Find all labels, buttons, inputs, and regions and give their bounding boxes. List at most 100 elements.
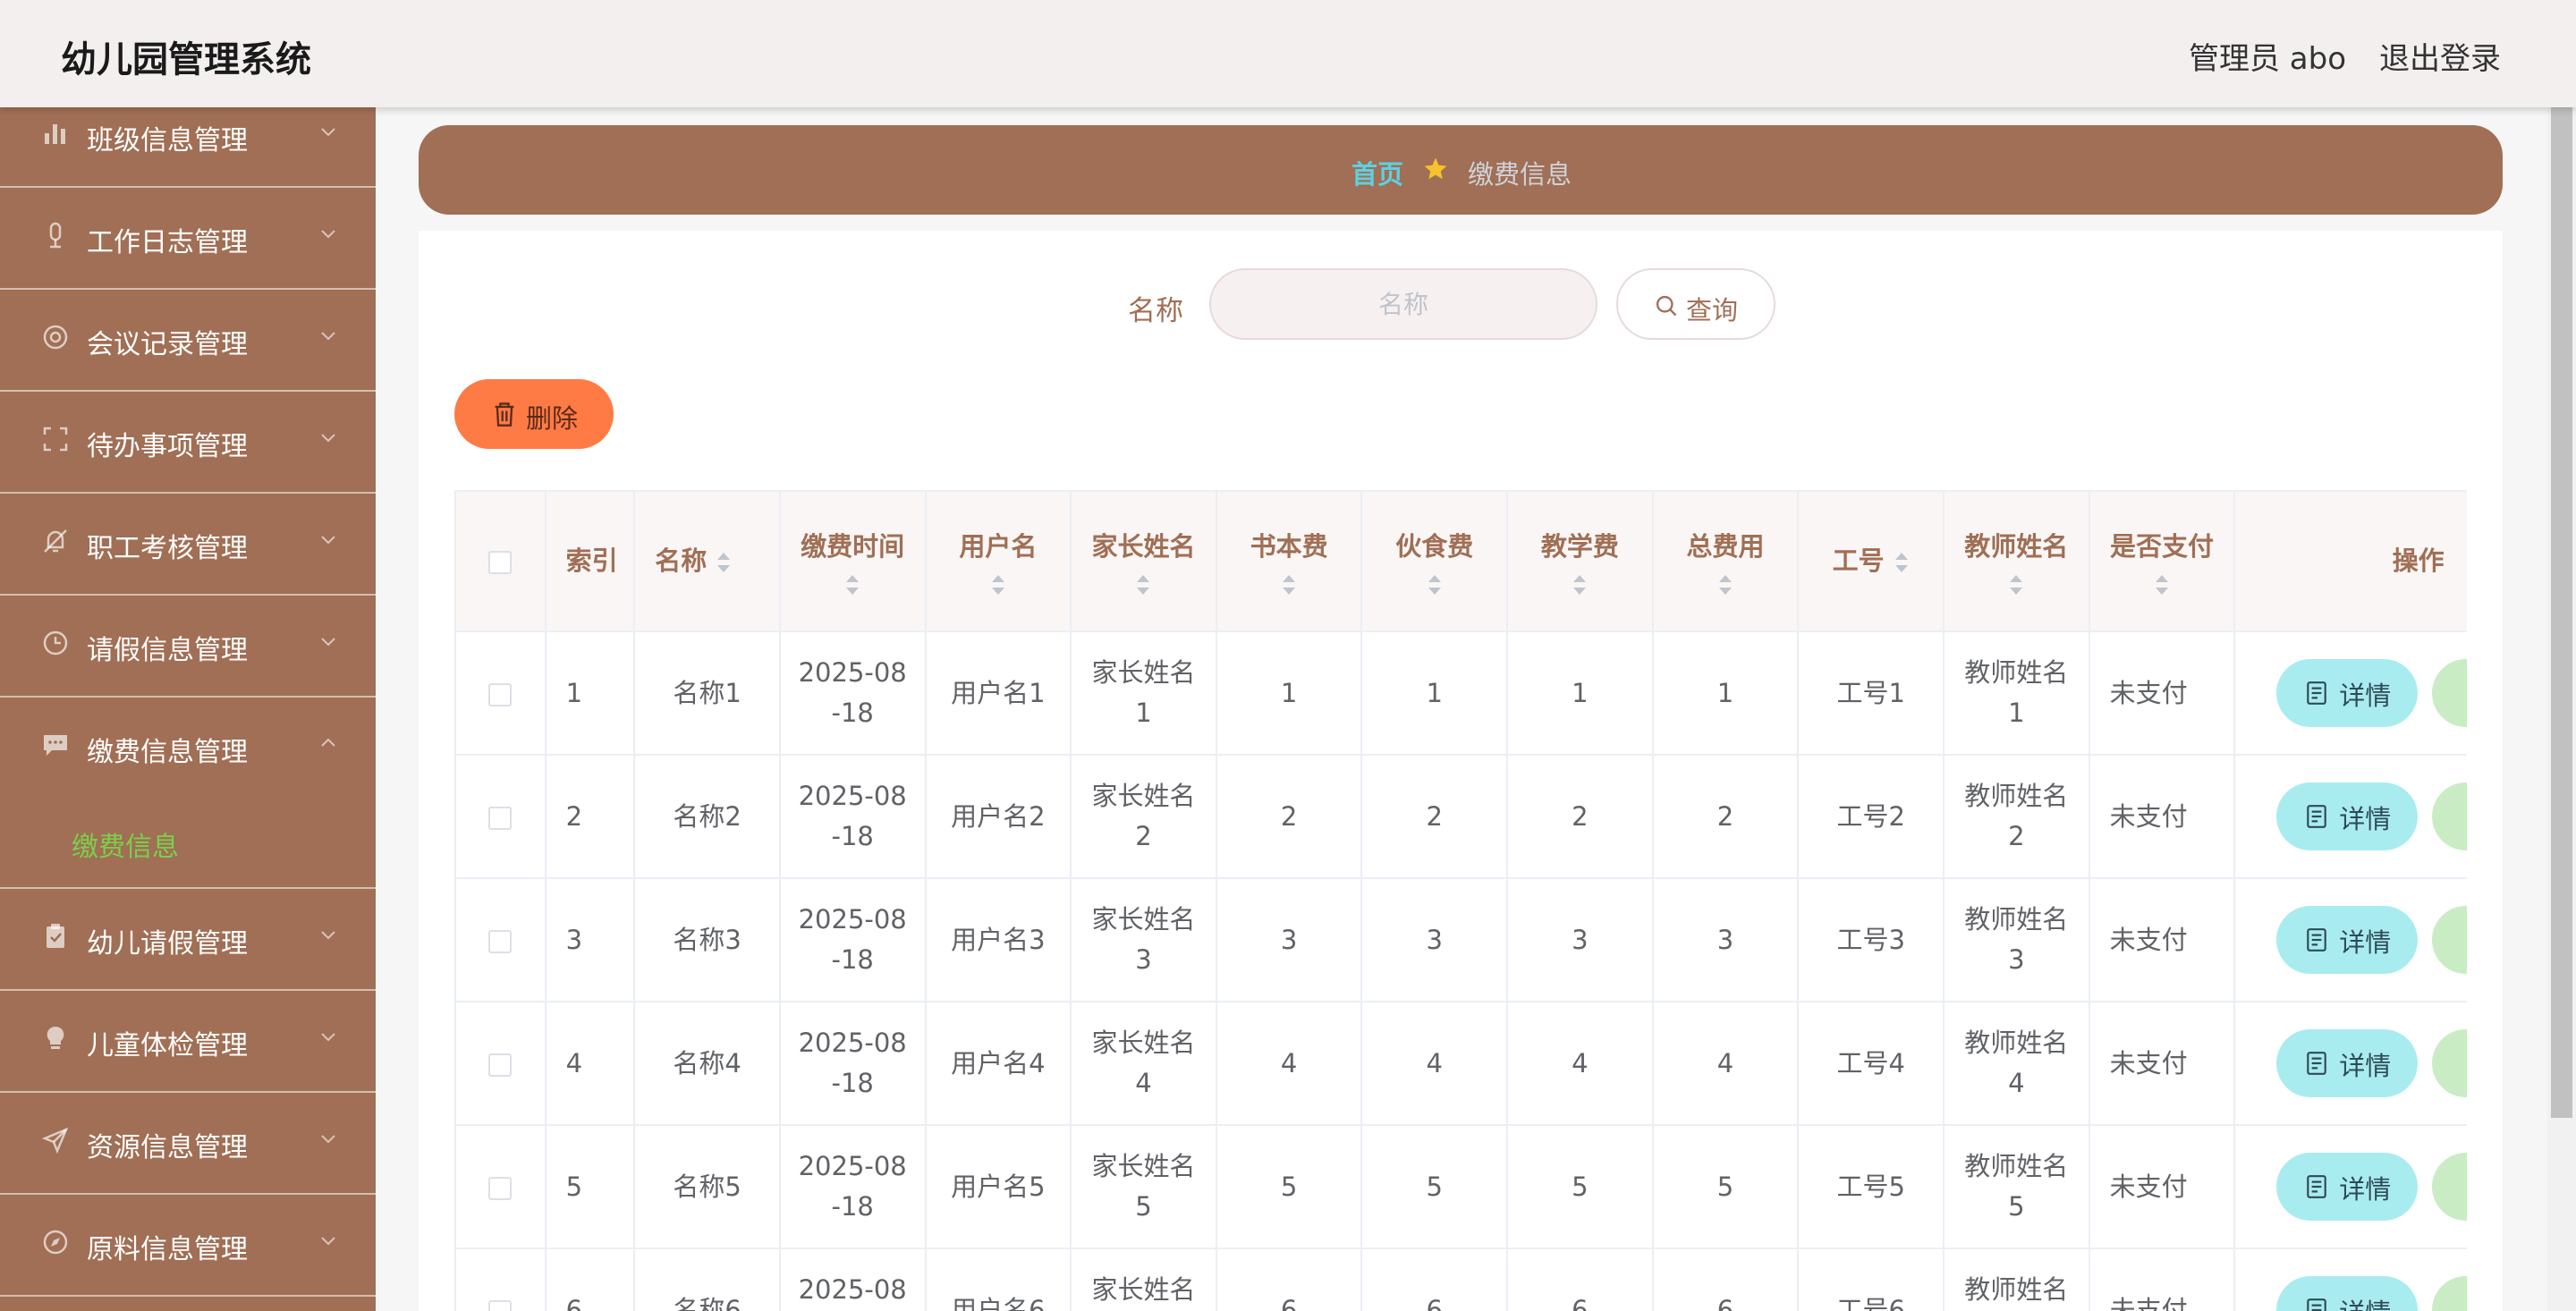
cell-teacher-name: 教师姓名 4 <box>1943 1002 2090 1126</box>
sidebar-item-health-check[interactable]: 儿童体检管理 <box>0 991 376 1093</box>
document-icon <box>2307 1052 2327 1075</box>
cell-username: 用户名6 <box>925 1248 1072 1311</box>
cell-pay-time-line1: 2025-08 <box>798 1151 907 1182</box>
row-select-cell[interactable] <box>456 1002 547 1126</box>
header-pay-time[interactable]: 缴费时间 <box>779 492 927 632</box>
detail-button[interactable]: 详情 <box>2276 1276 2419 1311</box>
header-food-fee[interactable]: 伙食费 <box>1361 492 1509 632</box>
cell-name: 名称2 <box>634 755 781 879</box>
breadcrumb-current: 缴费信息 <box>1468 159 1572 190</box>
cell-teacher-line1: 教师姓名 <box>1964 1028 2069 1059</box>
document-icon <box>2307 805 2327 828</box>
row-checkbox[interactable] <box>488 1053 513 1077</box>
row-select-cell[interactable] <box>456 878 547 1002</box>
cell-total-fee: 5 <box>1652 1125 1800 1249</box>
search-input[interactable] <box>1209 268 1597 340</box>
detail-button[interactable]: 详情 <box>2276 1153 2419 1221</box>
header-name[interactable]: 名称 <box>634 492 781 632</box>
cell-name: 名称1 <box>634 631 781 756</box>
document-icon <box>2307 1298 2327 1311</box>
chevron-down-icon <box>321 434 335 443</box>
row-select-cell[interactable] <box>456 631 547 756</box>
sidebar-item-meeting-records[interactable]: 会议记录管理 <box>0 290 376 392</box>
edit-button[interactable] <box>2432 1029 2467 1097</box>
cell-pay-time: 2025-08 -18 <box>779 878 927 1002</box>
cell-teacher-name: 教师姓名 1 <box>1943 631 2090 756</box>
edit-button[interactable] <box>2432 1153 2467 1221</box>
cell-index: 6 <box>545 1248 636 1311</box>
row-checkbox[interactable] <box>488 1176 513 1200</box>
header-select-all[interactable] <box>456 492 547 632</box>
cell-pay-time-line2: -18 <box>831 1191 874 1222</box>
detail-button[interactable]: 详情 <box>2276 1029 2419 1097</box>
document-icon <box>2307 681 2327 705</box>
table-row: 6名称62025-08-18用户名6家长姓名66666工号6教师姓名6未支付详情 <box>456 1248 2467 1311</box>
row-select-cell[interactable] <box>456 1125 547 1249</box>
scrollbar-thumb[interactable] <box>2551 107 2572 1118</box>
detail-button[interactable]: 详情 <box>2276 659 2419 727</box>
sidebar-item-resource-info[interactable]: 资源信息管理 <box>0 1093 376 1195</box>
row-checkbox[interactable] <box>488 682 513 706</box>
header-book-fee[interactable]: 书本费 <box>1216 492 1363 632</box>
sidebar-item-material-info[interactable]: 原料信息管理 <box>0 1195 376 1297</box>
sidebar-item-todo[interactable]: 待办事项管理 <box>0 392 376 494</box>
header-username[interactable]: 用户名 <box>925 492 1072 632</box>
sidebar-item-work-log[interactable]: 工作日志管理 <box>0 188 376 290</box>
sidebar-item-label: 工作日志管理 <box>87 227 248 258</box>
header-total-fee[interactable]: 总费用 <box>1652 492 1800 632</box>
chevron-down-icon <box>321 128 335 137</box>
cell-parent-line1: 家长姓名 <box>1091 781 1196 812</box>
row-checkbox[interactable] <box>488 1299 513 1311</box>
cell-name: 名称6 <box>634 1248 781 1311</box>
cell-pay-time: 2025-08 -18 <box>779 755 927 879</box>
header-tuition-fee[interactable]: 教学费 <box>1507 492 1654 632</box>
logout-link[interactable]: 退出登录 <box>2379 34 2501 78</box>
sidebar-item-payment-info[interactable]: 缴费信息管理 缴费信息 <box>0 698 376 889</box>
header-job-number[interactable]: 工号 <box>1798 492 1945 632</box>
edit-button[interactable] <box>2432 1276 2467 1311</box>
row-select-cell[interactable] <box>456 1248 547 1311</box>
detail-button[interactable]: 详情 <box>2276 782 2419 850</box>
select-all-checkbox[interactable] <box>488 551 513 575</box>
cell-job-number: 工号4 <box>1798 1002 1945 1126</box>
cell-parent-line2: 4 <box>1135 1068 1152 1098</box>
cell-name: 名称4 <box>634 1002 781 1126</box>
cell-pay-time-line1: 2025-08 <box>798 657 907 689</box>
row-checkbox[interactable] <box>488 806 513 830</box>
cell-operations: 详情 <box>2234 631 2467 756</box>
query-button[interactable]: 查询 <box>1616 268 1775 340</box>
delete-button[interactable]: 删除 <box>454 379 614 449</box>
header-teacher-name[interactable]: 教师姓名 <box>1943 492 2090 632</box>
sidebar-item-staff-assessment[interactable]: 职工考核管理 <box>0 494 376 596</box>
cell-teacher-name: 教师姓名 2 <box>1943 755 2090 879</box>
sidebar-item-class-info[interactable]: 班级信息管理 <box>0 107 376 188</box>
sidebar-item-leave-info[interactable]: 请假信息管理 <box>0 596 376 698</box>
clipboard-icon <box>47 924 64 948</box>
submenu-item-payment-info[interactable]: 缴费信息 <box>72 825 179 864</box>
header-label: 缴费时间 <box>801 531 905 562</box>
document-icon <box>2307 928 2327 952</box>
detail-button[interactable]: 详情 <box>2276 906 2419 974</box>
breadcrumb-home[interactable]: 首页 <box>1352 154 1403 191</box>
header-label: 书本费 <box>1250 531 1328 562</box>
cell-total-fee: 3 <box>1652 878 1800 1002</box>
data-table: 索引 名称 缴费时间 用户名 家长姓名 书本费 伙食费 教学费 总费用 工号 教… <box>454 490 2467 1311</box>
row-select-cell[interactable] <box>456 755 547 879</box>
header-paid[interactable]: 是否支付 <box>2089 492 2236 632</box>
cell-name: 名称3 <box>634 878 781 1002</box>
edit-button[interactable] <box>2432 659 2467 727</box>
cell-job-number: 工号2 <box>1798 755 1945 879</box>
cell-teacher-line1: 教师姓名 <box>1964 904 2069 935</box>
edit-button[interactable] <box>2432 782 2467 850</box>
cell-parent-name: 家长姓名 1 <box>1071 631 1217 756</box>
header-parent-name[interactable]: 家长姓名 <box>1071 492 1217 632</box>
page-scrollbar[interactable] <box>2547 107 2576 1311</box>
cell-paid-status: 未支付 <box>2089 1125 2236 1249</box>
sort-icon <box>2010 574 2023 595</box>
cell-teacher-line2: 4 <box>2008 1068 2025 1098</box>
edit-button[interactable] <box>2432 906 2467 974</box>
row-checkbox[interactable] <box>488 929 513 953</box>
chevron-down-icon <box>321 638 335 647</box>
sidebar-item-child-leave[interactable]: 幼儿请假管理 <box>0 889 376 991</box>
sort-icon <box>1283 574 1296 595</box>
